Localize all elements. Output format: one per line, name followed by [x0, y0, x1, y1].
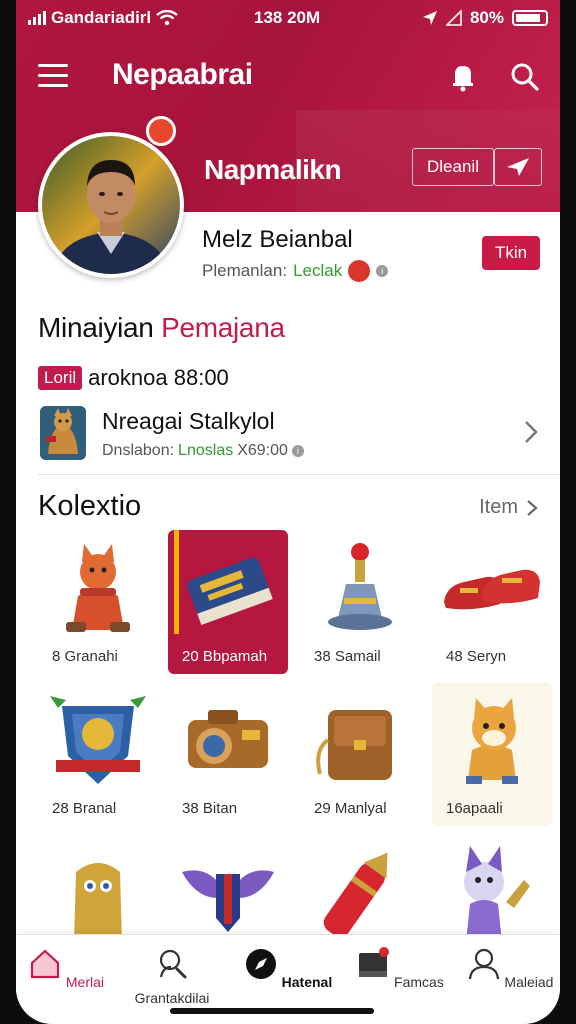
team-badge-icon — [146, 116, 176, 146]
listing-sub: Dnslabon: Lnoslas X69:00 i — [102, 442, 304, 460]
collection-item-label: 28 Branal — [52, 800, 117, 817]
market-heading-plain: Minaiyian — [38, 312, 154, 343]
collection-item-label: 38 Samail — [314, 648, 381, 665]
balance-row: Loril aroknoa 88:00 — [38, 365, 229, 391]
tag-button[interactable]: Tkin — [482, 236, 540, 270]
app-title: Nepaabrai — [112, 58, 253, 91]
signal-icon — [28, 11, 46, 25]
collection-item-label: 8 Granahi — [52, 648, 118, 665]
shield-crest-icon — [50, 696, 146, 784]
chevron-right-icon — [525, 421, 538, 443]
nav-item-home[interactable]: Merlai — [16, 947, 116, 1007]
profile-hero-name: Napmalikn — [204, 154, 342, 185]
balance-value: aroknoa 88:00 — [88, 365, 229, 390]
wifi-icon — [156, 10, 178, 26]
collection-item[interactable]: 8 Granahi — [38, 530, 158, 674]
listing-price: X69:00 — [237, 442, 288, 459]
battery-icon — [512, 10, 548, 26]
listing-thumbnail — [40, 406, 86, 460]
bell-icon — [453, 66, 473, 92]
avatar[interactable] — [38, 132, 184, 278]
menu-button[interactable] — [38, 64, 70, 88]
notification-button[interactable] — [446, 60, 480, 94]
collection-item[interactable]: 29 Manlyal — [300, 682, 420, 826]
collection-view-all-label: Item — [479, 496, 518, 518]
camera-icon — [188, 710, 268, 768]
shoes-icon — [444, 569, 540, 610]
listing-sub-label: Dnslabon: — [102, 442, 175, 459]
carrier-info: Gandariadirl — [28, 8, 178, 28]
inbox-icon — [359, 947, 390, 977]
carrier-name: Gandariadirl — [51, 8, 152, 27]
cat-figure-icon — [466, 698, 518, 784]
search-button[interactable] — [508, 60, 542, 94]
nav-item-label: Merlai — [65, 974, 104, 990]
player-meta: Plemanlan: Leclak i — [202, 260, 389, 282]
edit-profile-button[interactable]: Dleanil — [412, 148, 494, 186]
collection-item-label: 48 Seryn — [446, 648, 507, 665]
book-icon — [187, 557, 273, 626]
wing-badge-icon — [182, 870, 274, 932]
listing-title: Nreagai Stalkylol — [102, 408, 275, 434]
collection-item[interactable]: 28 Branal — [38, 682, 158, 826]
bag-icon — [316, 710, 392, 780]
status-bar: Gandariadirl 138 20M 80% — [16, 6, 560, 30]
profile-icon — [468, 948, 499, 980]
compass-icon — [245, 949, 276, 979]
search-person-icon — [159, 949, 187, 979]
market-heading: Minaiyian Pemajana — [38, 312, 285, 344]
share-button[interactable] — [494, 148, 542, 186]
info-icon[interactable]: i — [376, 265, 389, 277]
golem-figure-icon — [74, 863, 122, 942]
collection-item[interactable]: 16apaali — [432, 682, 552, 826]
collection-item-label: 29 Manlyal — [314, 800, 387, 817]
home-indicator[interactable] — [170, 1008, 374, 1014]
avatar-photo — [42, 136, 180, 274]
nav-item-search[interactable]: Grantakdilai — [122, 947, 222, 1007]
fox-figure-icon — [66, 544, 130, 632]
signal-strength-icon — [445, 10, 462, 26]
player-name: Melz Beianbal — [202, 226, 353, 253]
nav-item-explore[interactable]: Hatenal — [238, 947, 338, 1007]
market-heading-accent: Pemajana — [161, 312, 285, 343]
nav-item-inbox[interactable]: Famcas — [350, 947, 450, 1007]
club-badge-icon — [348, 260, 371, 282]
nav-item-label: Maleiad — [504, 974, 554, 990]
collection-item-label: 20 Bbpamah — [182, 648, 268, 665]
collection-item-label: 38 Bitan — [182, 800, 238, 817]
collection-item[interactable]: 38 Samail — [300, 530, 420, 674]
player-meta-label: Plemanlan: — [202, 261, 288, 280]
nav-item-label: Hatenal — [281, 974, 333, 990]
battery-percent: 80% — [469, 8, 504, 27]
chevron-right-icon — [527, 499, 538, 516]
phone-screen: Gandariadirl 138 20M 80% Nepaabrai Napma… — [16, 0, 560, 1024]
collection-item-label: 16apaali — [446, 800, 503, 817]
send-icon — [507, 158, 529, 176]
balance-tag: Loril — [38, 366, 83, 390]
location-icon — [422, 11, 437, 25]
wolf-figure-icon — [464, 846, 530, 942]
collection-item[interactable]: 48 Seryn — [432, 530, 552, 674]
collection-item-selected[interactable]: 20 Bbpamah — [168, 530, 288, 674]
collection-view-all[interactable]: Item — [479, 496, 538, 519]
nav-item-profile[interactable]: Maleiad — [460, 947, 560, 1007]
info-icon[interactable]: i — [291, 445, 304, 457]
status-right: 80% — [422, 8, 548, 28]
nav-item-label: Famcas — [394, 974, 444, 990]
status-time: 138 20M — [254, 8, 321, 27]
market-listing[interactable]: Nreagai Stalkylol Dnslabon: Lnoslas X69:… — [38, 400, 546, 468]
divider — [38, 474, 560, 475]
app-bar: Nepaabrai — [16, 44, 560, 108]
bell-icon — [328, 543, 392, 630]
search-icon — [511, 63, 539, 91]
listing-sub-value: Lnoslas — [178, 442, 234, 459]
player-meta-value: Leclak — [293, 261, 343, 280]
collection-item[interactable]: 38 Bitan — [168, 682, 288, 826]
collection-title: Kolextio — [38, 490, 142, 522]
rocket-icon — [323, 852, 388, 938]
home-icon — [30, 949, 60, 979]
nav-item-label: Grantakdilai — [134, 990, 210, 1006]
collection-grid: 8 Granahi 20 Bbpamah 38 Samail 48 Seryn … — [38, 530, 552, 942]
